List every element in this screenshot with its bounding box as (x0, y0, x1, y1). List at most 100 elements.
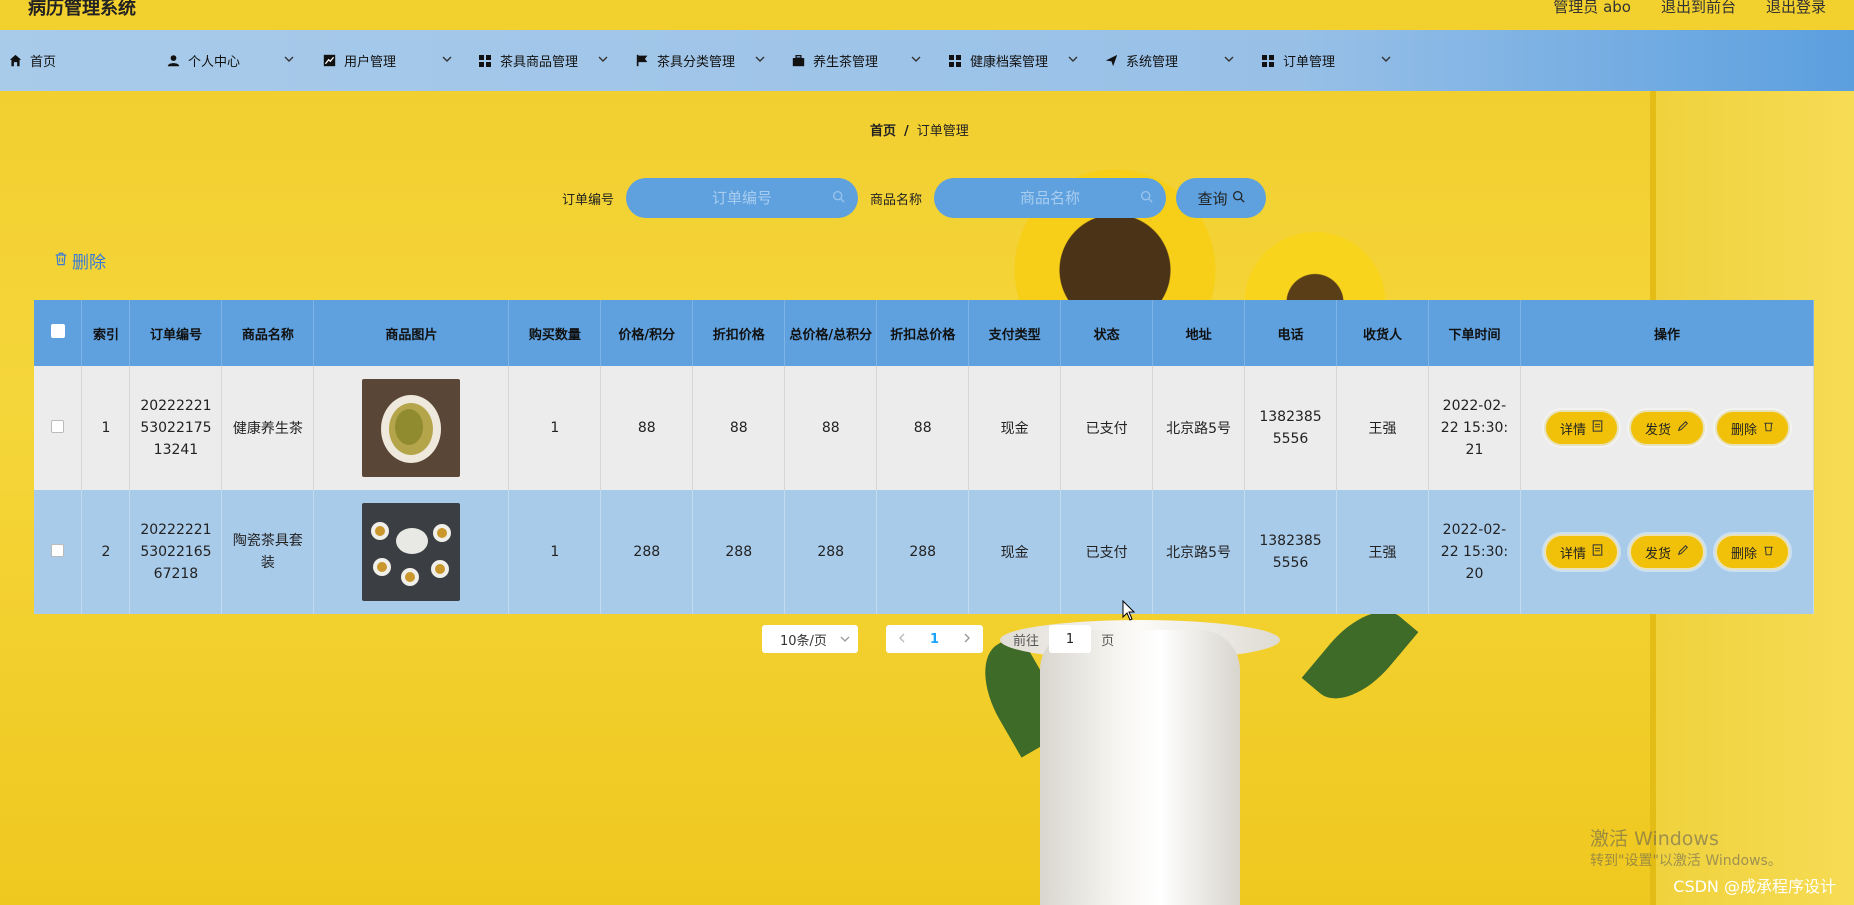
windows-watermark-title: 激活 Windows (1590, 828, 1719, 850)
next-page-button[interactable] (951, 632, 983, 647)
breadcrumb-current: 订单管理 (916, 124, 969, 139)
nav-item-orders[interactable]: 订单管理 (1261, 30, 1391, 91)
chevron-down-icon (911, 52, 921, 67)
cell-discount-price: 288 (692, 490, 786, 614)
breadcrumb-sep: / (904, 124, 909, 139)
chevron-down-icon (1381, 52, 1391, 67)
back-front-link[interactable]: 退出到前台 (1661, 0, 1736, 17)
document-icon (1592, 544, 1603, 560)
column-header: 支付类型 (968, 300, 1062, 366)
cell-index: 2 (81, 490, 131, 614)
nav-item-tea-products[interactable]: 茶具商品管理 (478, 30, 608, 91)
detail-button[interactable]: 详情 (1543, 410, 1619, 446)
row-checkbox[interactable] (51, 543, 65, 557)
nav-item-label: 系统管理 (1126, 55, 1179, 70)
batch-delete-button[interactable]: 删除 (54, 248, 106, 273)
cell-product-image (313, 490, 510, 614)
product-name-label: 商品名称 (870, 192, 923, 208)
cell-discount-price: 88 (692, 366, 786, 490)
cell-pay-type: 现金 (968, 490, 1062, 614)
chevron-down-icon (755, 52, 765, 67)
nav-item-users[interactable]: 用户管理 (322, 30, 452, 91)
tea-set-image (362, 503, 461, 601)
tea-leaves-image (362, 379, 461, 477)
ship-button[interactable]: 发货 (1628, 410, 1705, 446)
top-right-links: 管理员 abo 退出到前台 退出登录 (1553, 0, 1826, 17)
send-icon (1104, 54, 1118, 68)
row-delete-button-label: 删除 (1730, 546, 1757, 562)
logout-link[interactable]: 退出登录 (1766, 0, 1826, 17)
product-name-input[interactable] (934, 178, 1167, 218)
order-no-label: 订单编号 (562, 192, 615, 208)
cell-receiver: 王强 (1336, 366, 1429, 490)
table-row: 1 2022222153022175 13241 健康养生茶 1 88 88 8… (34, 366, 1815, 490)
goto-page-input[interactable]: 1 (1049, 625, 1092, 653)
trash-icon (1763, 544, 1774, 560)
query-button[interactable]: 查询 (1176, 178, 1267, 218)
cell-address: 北京路5号 (1152, 490, 1246, 614)
goto-page-value: 1 (1065, 631, 1075, 647)
cell-receiver: 王强 (1336, 490, 1429, 614)
query-button-label: 查询 (1197, 189, 1228, 208)
chevron-down-icon (442, 52, 452, 67)
column-header: 价格/积分 (600, 300, 694, 366)
nav-item-label: 用户管理 (344, 55, 397, 70)
breadcrumb-home[interactable]: 首页 (870, 124, 896, 139)
chevron-down-icon (1224, 52, 1234, 67)
search-icon (832, 190, 846, 204)
row-select-cell[interactable] (34, 366, 83, 490)
order-no-input[interactable] (626, 178, 859, 218)
goto-label: 前往 (1013, 633, 1040, 649)
detail-button[interactable]: 详情 (1543, 534, 1619, 570)
nav-item-health-tea[interactable]: 养生茶管理 (791, 30, 921, 91)
row-checkbox[interactable] (51, 419, 65, 433)
pagination: 10条/页 1 前往 1 页 (762, 625, 1114, 653)
nav-item-label: 养生茶管理 (813, 55, 879, 70)
grid-icon (1261, 54, 1275, 68)
cell-discount-total: 288 (876, 490, 970, 614)
cell-order-no: 2022222153022175 13241 (129, 366, 223, 490)
prev-page-button[interactable] (886, 632, 918, 647)
nav-item-health-records[interactable]: 健康档案管理 (948, 30, 1078, 91)
column-header: 折扣总价格 (876, 300, 970, 366)
column-header: 下单时间 (1428, 300, 1521, 366)
nav-item-system[interactable]: 系统管理 (1104, 30, 1234, 91)
grid-icon (478, 54, 492, 68)
nav-home[interactable]: 首页 (8, 30, 56, 91)
grid-icon (948, 54, 962, 68)
select-all-cell[interactable] (34, 300, 83, 366)
nav-item-tea-categories[interactable]: 茶具分类管理 (635, 30, 765, 91)
detail-button-label: 详情 (1559, 546, 1586, 562)
orders-table: 索引 订单编号 商品名称 商品图片 购买数量 价格/积分 折扣价格 总价格/总积… (34, 300, 1815, 614)
select-all-checkbox[interactable] (50, 324, 65, 338)
row-delete-button[interactable]: 删除 (1714, 410, 1790, 446)
ship-button[interactable]: 发货 (1628, 534, 1705, 570)
page-size-value: 10条/页 (780, 633, 827, 649)
page-size-select[interactable]: 10条/页 (762, 625, 858, 653)
table-row: 2 2022222153022165 67218 陶瓷茶具套装 1 288 28… (34, 490, 1815, 614)
chart-icon (322, 54, 336, 68)
cell-operations: 详情 发货 删除 (1520, 366, 1815, 490)
ship-button-label: 发货 (1644, 546, 1671, 562)
edit-icon (1677, 544, 1689, 560)
search-icon (1140, 190, 1154, 204)
cell-address: 北京路5号 (1152, 366, 1246, 490)
nav-item-label: 订单管理 (1283, 55, 1336, 70)
trash-icon (1763, 420, 1774, 436)
batch-delete-label: 删除 (72, 253, 106, 273)
row-select-cell[interactable] (34, 490, 83, 614)
nav-item-label: 茶具分类管理 (657, 55, 736, 70)
cell-product-name: 陶瓷茶具套装 (221, 490, 315, 614)
mouse-cursor-icon (1122, 599, 1136, 626)
cell-phone: 13823855556 (1244, 490, 1338, 614)
row-delete-button-label: 删除 (1730, 422, 1757, 438)
column-header: 购买数量 (508, 300, 602, 366)
nav-item-personal[interactable]: 个人中心 (166, 30, 294, 91)
row-delete-button[interactable]: 删除 (1714, 534, 1790, 570)
cell-operations: 详情 发货 删除 (1520, 490, 1815, 614)
cell-discount-total: 88 (876, 366, 970, 490)
admin-label: 管理员 abo (1553, 0, 1631, 16)
search-icon (1232, 189, 1245, 207)
page-number-current[interactable]: 1 (918, 632, 951, 647)
page-nav: 1 (886, 625, 984, 653)
